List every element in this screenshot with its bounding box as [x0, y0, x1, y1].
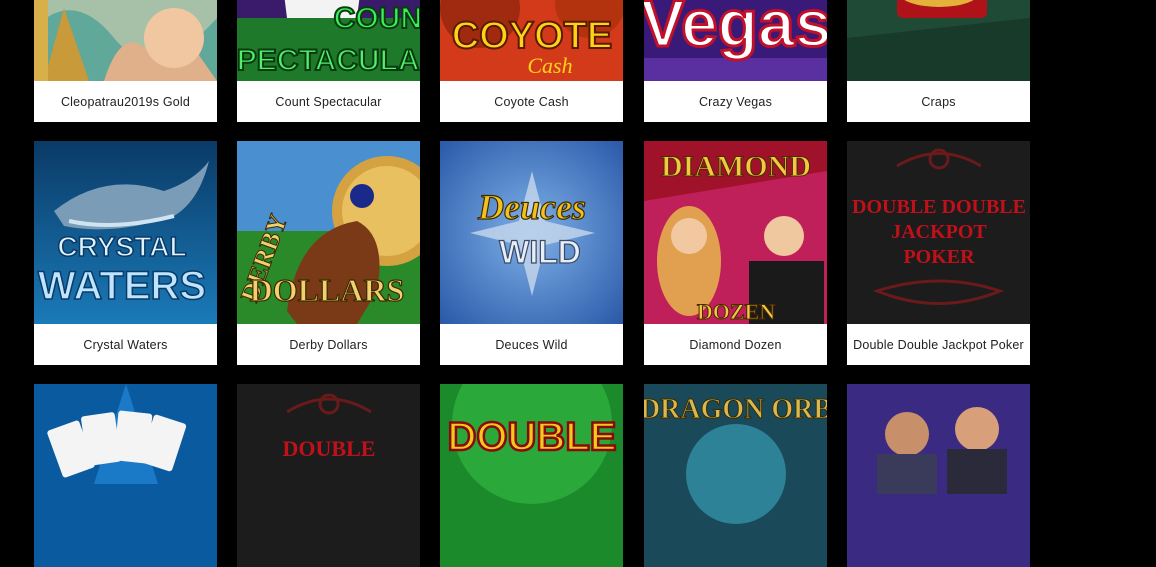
svg-text:Deuces: Deuces	[477, 187, 586, 227]
svg-text:Cash: Cash	[527, 53, 572, 78]
art-text: DOUBLE	[283, 436, 376, 461]
game-thumbnail[interactable]: DOUBLE	[237, 384, 420, 567]
game-thumbnail[interactable]: DERBY DOLLARS	[237, 141, 420, 324]
game-grid: Cleopatrau2019s Gold COUNT SPECTACULAR C…	[0, 0, 1156, 567]
svg-text:DOUBLE DOUBLE: DOUBLE DOUBLE	[852, 196, 1026, 218]
game-title[interactable]: Deuces Wild	[440, 324, 623, 365]
svg-text:CRYSTAL: CRYSTAL	[57, 231, 186, 262]
game-thumbnail[interactable]	[847, 0, 1030, 81]
game-title[interactable]: Cleopatrau2019s Gold	[34, 81, 217, 122]
svg-text:DIAMOND: DIAMOND	[661, 150, 811, 183]
svg-text:WATERS: WATERS	[38, 264, 206, 308]
game-thumbnail[interactable]: DIAMOND DOZEN	[644, 141, 827, 324]
game-thumbnail[interactable]: Deuces WILD	[440, 141, 623, 324]
art-text: DRAGON ORB	[644, 394, 827, 425]
game-title[interactable]: Coyote Cash	[440, 81, 623, 122]
game-thumbnail[interactable]: DOUBLE DOUBLE JACKPOT POKER	[847, 141, 1030, 324]
game-thumbnail[interactable]	[847, 384, 1030, 567]
svg-text:WILD: WILD	[499, 234, 581, 270]
game-thumbnail[interactable]	[34, 384, 217, 567]
svg-text:DOZEN: DOZEN	[697, 299, 775, 324]
game-thumbnail[interactable]: COYOTE Cash	[440, 0, 623, 81]
game-thumbnail[interactable]: Vegas	[644, 0, 827, 81]
game-title[interactable]: Craps	[847, 81, 1030, 122]
game-thumbnail[interactable]: CRYSTAL WATERS	[34, 141, 217, 324]
game-title[interactable]: Double Double Jackpot Poker	[847, 324, 1030, 365]
game-title[interactable]: Crazy Vegas	[644, 81, 827, 122]
game-thumbnail[interactable]: DRAGON ORB	[644, 384, 827, 567]
svg-text:Vegas: Vegas	[644, 0, 827, 60]
game-thumbnail[interactable]: COUNT SPECTACULAR	[237, 0, 420, 81]
svg-text:DOLLARS: DOLLARS	[250, 272, 405, 308]
art-text: DOUBLE	[448, 415, 617, 459]
game-title[interactable]: Diamond Dozen	[644, 324, 827, 365]
svg-text:SPECTACULAR: SPECTACULAR	[237, 44, 420, 77]
game-thumbnail[interactable]	[34, 0, 217, 81]
game-title[interactable]: Crystal Waters	[34, 324, 217, 365]
svg-text:COUNT: COUNT	[334, 2, 420, 35]
game-title[interactable]: Count Spectacular	[237, 81, 420, 122]
svg-text:JACKPOT: JACKPOT	[891, 221, 987, 243]
game-thumbnail[interactable]: DOUBLE	[440, 384, 623, 567]
game-title[interactable]: Derby Dollars	[237, 324, 420, 365]
svg-text:COYOTE: COYOTE	[452, 15, 612, 57]
svg-text:POKER: POKER	[903, 246, 975, 268]
